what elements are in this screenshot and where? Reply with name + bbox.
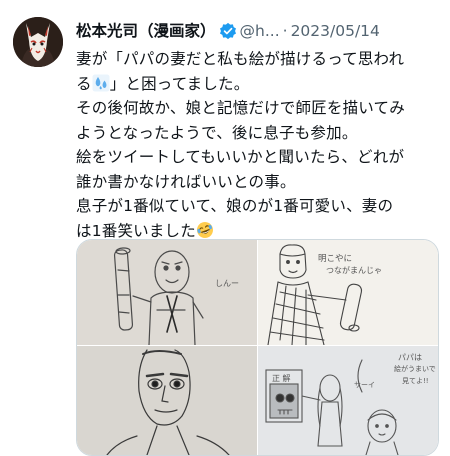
media-image-3[interactable]	[77, 346, 257, 455]
drawing-text: 正 解	[272, 374, 291, 383]
pencil-figure-with-log-drawing	[77, 240, 257, 345]
author-name[interactable]: 松本光司（漫画家）	[76, 19, 216, 43]
tweet-text: 妻が「パパの妻だと私も絵が描けるって思われ る 」と困ってました。 その後何故か…	[76, 47, 446, 243]
tweet-line: 妻が「パパの妻だと私も絵が描けるって思われ	[76, 50, 405, 68]
separator-dot: ·	[282, 22, 288, 40]
face-with-dark-eyes-drawing	[77, 346, 257, 455]
tweet-line: 誰か書かなければいいとの事。	[76, 172, 296, 191]
tweet-line: 息子が1番似ていて、娘のが1番可愛い、妻の	[76, 197, 394, 215]
tweet-date[interactable]: 2023/05/14	[291, 19, 380, 43]
drawing-text: 見てよ!!	[402, 377, 429, 385]
fox-mask-avatar-icon	[13, 17, 63, 67]
drawing-text: しんー	[215, 279, 239, 288]
media-image-4[interactable]: 正 解 サーイ パパは 絵がうまいで 見てよ!!	[258, 346, 438, 455]
drawing-text: 絵がうまいで	[394, 365, 436, 373]
drawing-text: 明こやに	[318, 254, 353, 264]
tweet-text-segment: は1番笑いました	[76, 221, 196, 240]
media-grid: しんー 明こやに つながまんじゃ 正 解 サーイ パパは 絵がうまいで 見てよ!…	[76, 239, 439, 456]
rolling-on-floor-laughing-emoji-icon	[196, 221, 213, 238]
media-image-1[interactable]: しんー	[77, 240, 257, 345]
author-handle[interactable]: @h...	[240, 19, 280, 43]
tweet-line: ようとなったようで、後に息子も参加。	[76, 123, 358, 142]
tweet-header: 松本光司（漫画家） @h... · 2023/05/14	[76, 19, 444, 43]
drawing-text: サーイ	[354, 381, 375, 389]
drawing-text: つながまんじゃ	[326, 266, 382, 275]
tweet-line: 絵をツイートしてもいいかと聞いたら、どれが	[76, 148, 405, 166]
tweet-text-segment: る	[76, 74, 92, 93]
tweet-text-segment: 」と困ってました。	[109, 74, 250, 93]
sweat-droplets-emoji-icon	[92, 74, 110, 91]
tweet-line: る 」と困ってました。	[76, 72, 446, 97]
avatar[interactable]	[13, 17, 63, 67]
verified-badge-icon	[219, 22, 236, 40]
tweet-line: その後何故か、娘と記憶だけで師匠を描いてみ	[76, 99, 405, 117]
drawing-text: パパは	[398, 353, 422, 362]
media-image-2[interactable]: 明こやに つながまんじゃ	[258, 240, 438, 345]
